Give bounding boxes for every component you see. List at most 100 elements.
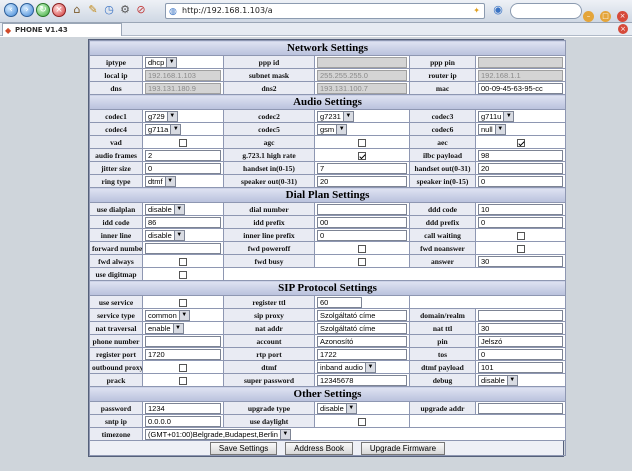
pin-label: pin: [409, 334, 476, 348]
subnet-input[interactable]: 255.255.255.0: [317, 69, 407, 81]
ppppin-label: ppp pin: [409, 55, 476, 69]
registerport-label: register port: [89, 347, 143, 361]
codec5-select[interactable]: gsm ▼: [317, 123, 348, 135]
minimize-icon[interactable]: –: [583, 11, 594, 22]
domainrealm-input[interactable]: [478, 309, 563, 321]
fwdnoanswer-checkbox[interactable]: [516, 244, 525, 253]
back-icon[interactable]: ‹: [4, 3, 18, 17]
fwdalways-checkbox[interactable]: [179, 257, 187, 266]
registerport-input[interactable]: 1720: [145, 348, 221, 360]
timezone-select[interactable]: (GMT+01:00)Belgrade,Budapest,Berlin ▼: [145, 428, 291, 440]
fwdpoweroff-checkbox[interactable]: [358, 244, 366, 253]
dddprefix-input[interactable]: 0: [478, 216, 563, 228]
chevron-down-icon: ▼: [345, 403, 356, 413]
pppid-input[interactable]: [317, 56, 407, 68]
handsetout-label: handset out(0-31): [409, 161, 476, 175]
nattraversal-select[interactable]: enable ▼: [145, 322, 184, 334]
tos-input[interactable]: 0: [478, 348, 563, 360]
address-bar[interactable]: ◍ http://192.168.1.103/a ✦: [165, 3, 485, 19]
codec6-select[interactable]: null ▼: [478, 123, 506, 135]
ringtype-select[interactable]: dtmf ▼: [145, 175, 176, 187]
rtpport-input[interactable]: 1722: [317, 348, 407, 360]
handsetin-input[interactable]: 7: [317, 162, 407, 174]
mac-input[interactable]: 00-09-45-63-95-cc: [478, 82, 563, 94]
save-settings-button[interactable]: Save Settings: [209, 442, 278, 455]
sntpip-input[interactable]: 0.0.0.0: [145, 415, 221, 427]
history-icon[interactable]: ◷: [102, 3, 116, 17]
jitter-input[interactable]: 0: [145, 162, 221, 174]
dddcode-input[interactable]: 10: [478, 203, 563, 215]
iptype-select-value: dhcp: [148, 57, 165, 67]
stop-icon[interactable]: ×: [52, 3, 66, 17]
dialnumber-input[interactable]: [317, 203, 407, 215]
bookmark-icon[interactable]: ✎: [86, 3, 100, 17]
dtmf-select[interactable]: inband audio ▼: [317, 361, 376, 373]
iddcode-input[interactable]: 86: [145, 216, 221, 228]
innerlineprefix-input[interactable]: 0: [317, 229, 407, 241]
iddprefix-input[interactable]: 00: [317, 216, 407, 228]
adblock-icon[interactable]: ⊘: [134, 3, 148, 17]
codec3-select[interactable]: g711u ▼: [478, 110, 515, 122]
password-input[interactable]: 1234: [145, 402, 221, 414]
codec2-select[interactable]: g7231 ▼: [317, 110, 354, 122]
search-engine-icon[interactable]: ◉: [491, 3, 505, 17]
upgradetype-select[interactable]: disable ▼: [317, 402, 357, 414]
callwaiting-checkbox[interactable]: [516, 231, 525, 240]
localip-input[interactable]: 192.168.1.103: [145, 69, 221, 81]
empty-cell: [409, 295, 566, 309]
agc-checkbox[interactable]: [358, 138, 366, 147]
sipproxy-input[interactable]: Szolgáltató címe: [317, 309, 407, 321]
close-window-icon[interactable]: ×: [617, 11, 628, 22]
ppppin-input[interactable]: [478, 56, 563, 68]
nataddr-input[interactable]: Szolgáltató címe: [317, 322, 407, 334]
codec1-select[interactable]: g729 ▼: [145, 110, 178, 122]
natttl-input[interactable]: 30: [478, 322, 563, 334]
settings-icon[interactable]: ⚙: [118, 3, 132, 17]
empty-cell: [409, 414, 566, 428]
useservice-checkbox[interactable]: [179, 298, 187, 307]
ilbc-payload-input[interactable]: 98: [478, 149, 563, 161]
bookmark-star-icon[interactable]: ✦: [473, 4, 480, 18]
tab-phone[interactable]: ◆ PHONE V1.43: [2, 23, 122, 36]
address-book-button[interactable]: Address Book: [285, 442, 353, 455]
speakerin-input[interactable]: 0: [478, 175, 563, 187]
g7231-highrate-checkbox[interactable]: [358, 151, 366, 160]
close-tab-icon[interactable]: ×: [618, 24, 628, 34]
fwdbusy-checkbox[interactable]: [358, 257, 366, 266]
outboundproxy-checkbox[interactable]: [179, 363, 187, 372]
iddcode-label: idd code: [89, 215, 143, 229]
debug-select[interactable]: disable ▼: [478, 374, 518, 386]
usedialplan-select[interactable]: disable ▼: [145, 203, 185, 215]
prack-checkbox[interactable]: [179, 376, 187, 385]
dns-input[interactable]: 193.131.180.9: [145, 82, 221, 94]
phonenumber-input[interactable]: [145, 335, 221, 347]
usedaylight-checkbox[interactable]: [358, 417, 366, 426]
forward-icon[interactable]: ›: [20, 3, 34, 17]
superpassword-input[interactable]: 12345678: [317, 374, 407, 386]
upgradeaddr-input[interactable]: [478, 402, 563, 414]
aec-checkbox[interactable]: [516, 138, 525, 147]
answer-input[interactable]: 30: [478, 255, 563, 267]
codec4-select[interactable]: g711a ▼: [145, 123, 182, 135]
search-input[interactable]: [510, 3, 582, 19]
registerttl-input[interactable]: 60: [317, 296, 362, 308]
iptype-select[interactable]: dhcp ▼: [145, 56, 178, 68]
home-icon[interactable]: ⌂: [70, 3, 84, 17]
maximize-icon[interactable]: □: [600, 11, 611, 22]
servicetype-select[interactable]: common ▼: [145, 309, 190, 321]
reload-icon[interactable]: ↻: [36, 3, 50, 17]
routerip-input[interactable]: 192.168.1.1: [478, 69, 563, 81]
upgrade-firmware-button[interactable]: Upgrade Firmware: [360, 442, 446, 455]
audioframes-input[interactable]: 2: [145, 149, 221, 161]
innerline-select[interactable]: disable ▼: [145, 229, 185, 241]
forwardnumber-input[interactable]: [145, 242, 221, 254]
account-input[interactable]: Azonosító: [317, 335, 407, 347]
dtmfpayload-input[interactable]: 101: [478, 361, 563, 373]
pin-input[interactable]: Jelszó: [478, 335, 563, 347]
speakerout-input[interactable]: 20: [317, 175, 407, 187]
fwdbusy-label: fwd busy: [223, 254, 315, 268]
usedigitmap-checkbox[interactable]: [179, 270, 187, 279]
vad-checkbox[interactable]: [179, 138, 187, 147]
dns2-input[interactable]: 193.131.100.7: [317, 82, 407, 94]
handsetout-input[interactable]: 20: [478, 162, 563, 174]
